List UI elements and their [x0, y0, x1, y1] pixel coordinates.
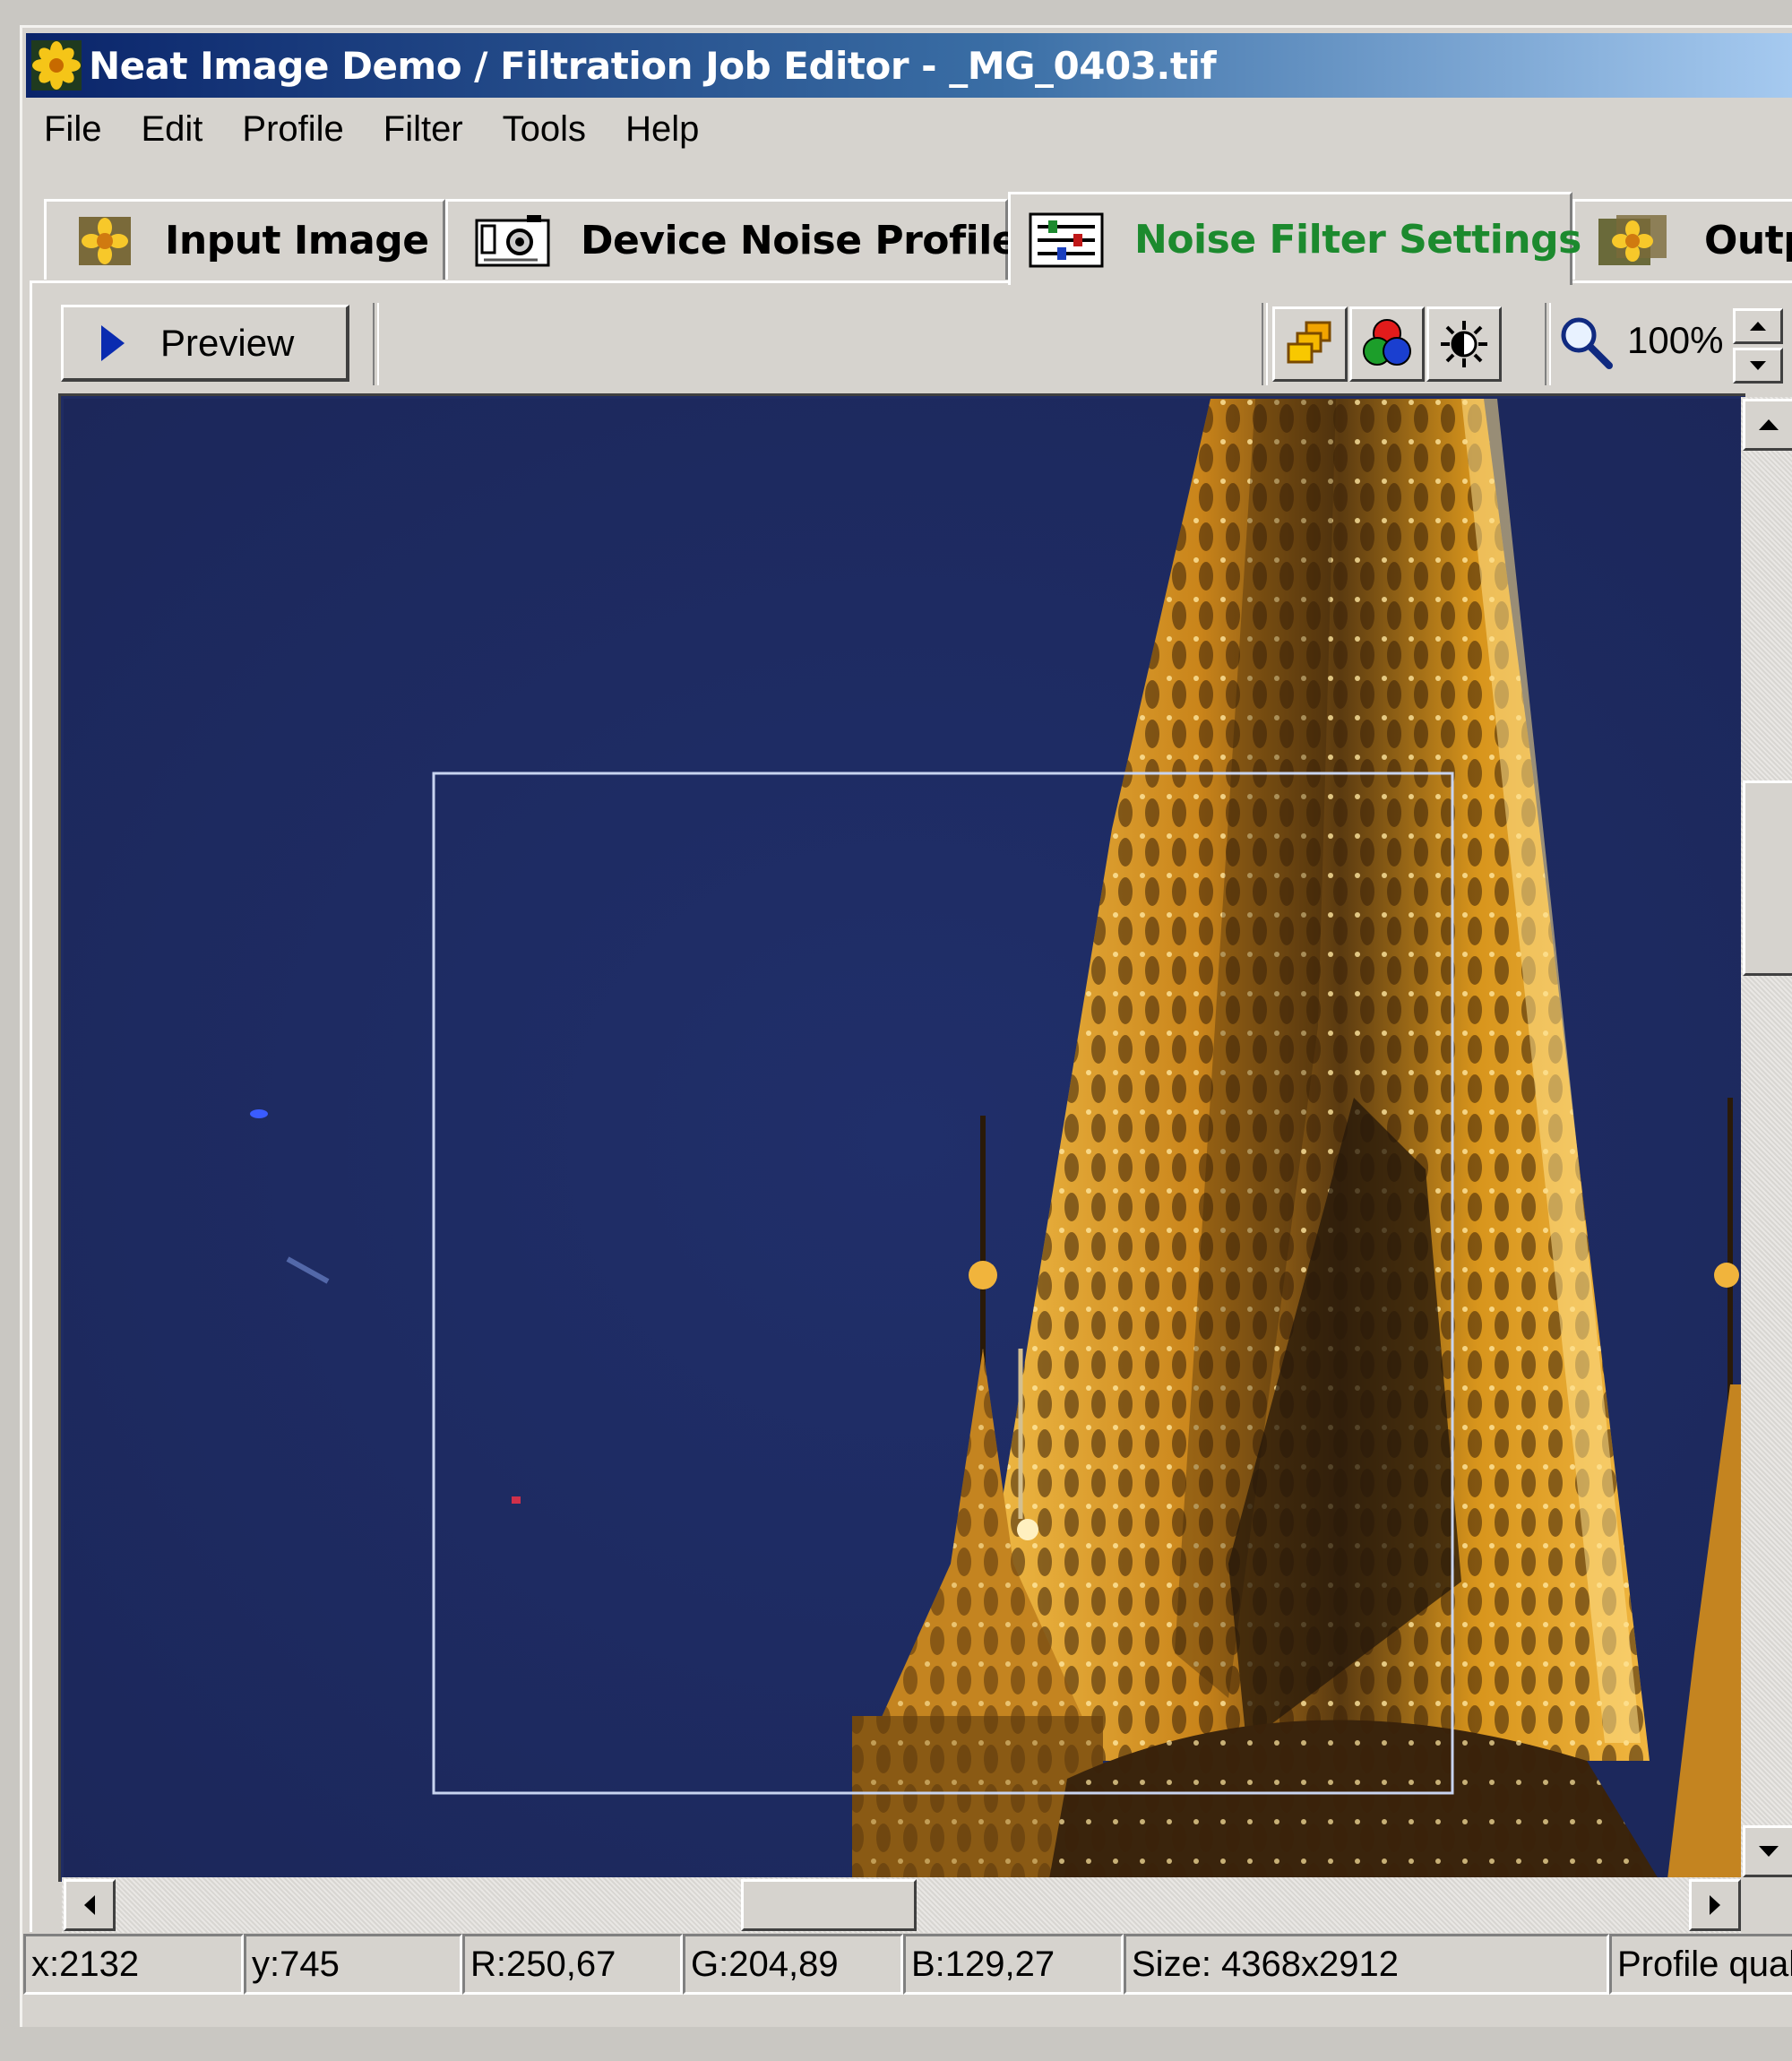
- horizontal-scroll-thumb[interactable]: [741, 1879, 917, 1931]
- layers-icon: [1287, 321, 1331, 364]
- flower-output-icon: [1598, 214, 1667, 265]
- tab-label: Device Noise Profile: [581, 218, 1019, 263]
- play-icon: [101, 324, 125, 361]
- zoom-icon[interactable]: [1557, 314, 1615, 371]
- toolbar-separator: [1545, 303, 1551, 385]
- rgb-circles-icon: [1363, 319, 1411, 366]
- image-viewer[interactable]: [58, 393, 1745, 1882]
- tab-label: Input Image: [165, 218, 429, 263]
- zoom-out-button[interactable]: [1733, 348, 1783, 384]
- preview-button[interactable]: Preview: [61, 305, 349, 382]
- scroll-right-button[interactable]: [1689, 1879, 1741, 1931]
- layers-button[interactable]: [1272, 306, 1348, 382]
- menu-bar: File Edit Profile Filter Tools Help: [26, 101, 719, 157]
- tab-device-noise-profile[interactable]: Device Noise Profile: [445, 199, 1019, 280]
- flower-icon: [79, 216, 131, 265]
- arrow-up-icon: [1759, 419, 1779, 430]
- arrow-right-icon: [1710, 1895, 1720, 1915]
- screen-bottom-edge: [0, 2027, 1792, 2061]
- app-window: Neat Image Demo / Filtration Job Editor …: [20, 25, 1792, 2028]
- horizontal-scrollbar[interactable]: [62, 1877, 1743, 1933]
- status-red-value: R:250,67: [462, 1934, 683, 1995]
- toolbar-separator: [373, 303, 379, 385]
- scroll-down-button[interactable]: [1743, 1825, 1792, 1877]
- scroll-up-button[interactable]: [1743, 399, 1792, 451]
- camera-icon: [475, 214, 550, 266]
- status-profile-quality: Profile quali: [1609, 1934, 1792, 1995]
- title-bar[interactable]: Neat Image Demo / Filtration Job Editor …: [26, 33, 1792, 98]
- preview-label: Preview: [160, 321, 295, 364]
- scroll-corner: [1741, 1877, 1792, 1933]
- toolbar-separator: [1262, 303, 1268, 385]
- status-y-coordinate: y:745: [244, 1934, 462, 1995]
- zoom-in-button[interactable]: [1733, 308, 1783, 344]
- arrow-up-icon: [1750, 322, 1766, 331]
- zoom-level: 100%: [1627, 319, 1724, 361]
- zoom-spinner: [1733, 308, 1783, 384]
- menu-tools[interactable]: Tools: [483, 102, 606, 156]
- scroll-left-button[interactable]: [64, 1879, 116, 1931]
- vertical-scroll-thumb[interactable]: [1743, 780, 1792, 976]
- menu-file[interactable]: File: [26, 102, 121, 156]
- tab-input-image[interactable]: Input Image: [44, 199, 445, 280]
- brightness-icon: [1441, 321, 1487, 367]
- arrow-down-icon: [1750, 361, 1766, 370]
- tab-output[interactable]: Outpu: [1572, 199, 1792, 280]
- menu-help[interactable]: Help: [606, 102, 719, 156]
- arrow-down-icon: [1759, 1846, 1779, 1857]
- brightness-button[interactable]: [1426, 306, 1502, 382]
- tab-label: Outpu: [1704, 218, 1792, 263]
- arrow-left-icon: [84, 1895, 95, 1915]
- sliders-icon: [1029, 212, 1104, 267]
- vertical-scrollbar[interactable]: [1741, 397, 1792, 1879]
- photo-preview: [64, 399, 1745, 1879]
- status-blue-value: B:129,27: [903, 1934, 1124, 1995]
- app-flower-icon: [31, 40, 82, 91]
- status-image-size: Size: 4368x2912: [1124, 1934, 1609, 1995]
- preview-toolbar: Preview 100%: [43, 298, 1792, 385]
- tab-label: Noise Filter Settings: [1134, 217, 1581, 263]
- menu-filter[interactable]: Filter: [364, 102, 483, 156]
- status-bar: x:2132 y:745 R:250,67 G:204,89 B:129,27 …: [20, 1927, 1792, 2000]
- tab-strip: Input Image Device Noise Profile Noise F…: [31, 167, 1792, 285]
- status-x-coordinate: x:2132: [23, 1934, 244, 1995]
- menu-profile[interactable]: Profile: [222, 102, 363, 156]
- menu-edit[interactable]: Edit: [121, 102, 222, 156]
- window-title: Neat Image Demo / Filtration Job Editor …: [89, 43, 1217, 88]
- status-green-value: G:204,89: [683, 1934, 903, 1995]
- color-channels-button[interactable]: [1349, 306, 1425, 382]
- tab-noise-filter-settings[interactable]: Noise Filter Settings: [1008, 192, 1581, 285]
